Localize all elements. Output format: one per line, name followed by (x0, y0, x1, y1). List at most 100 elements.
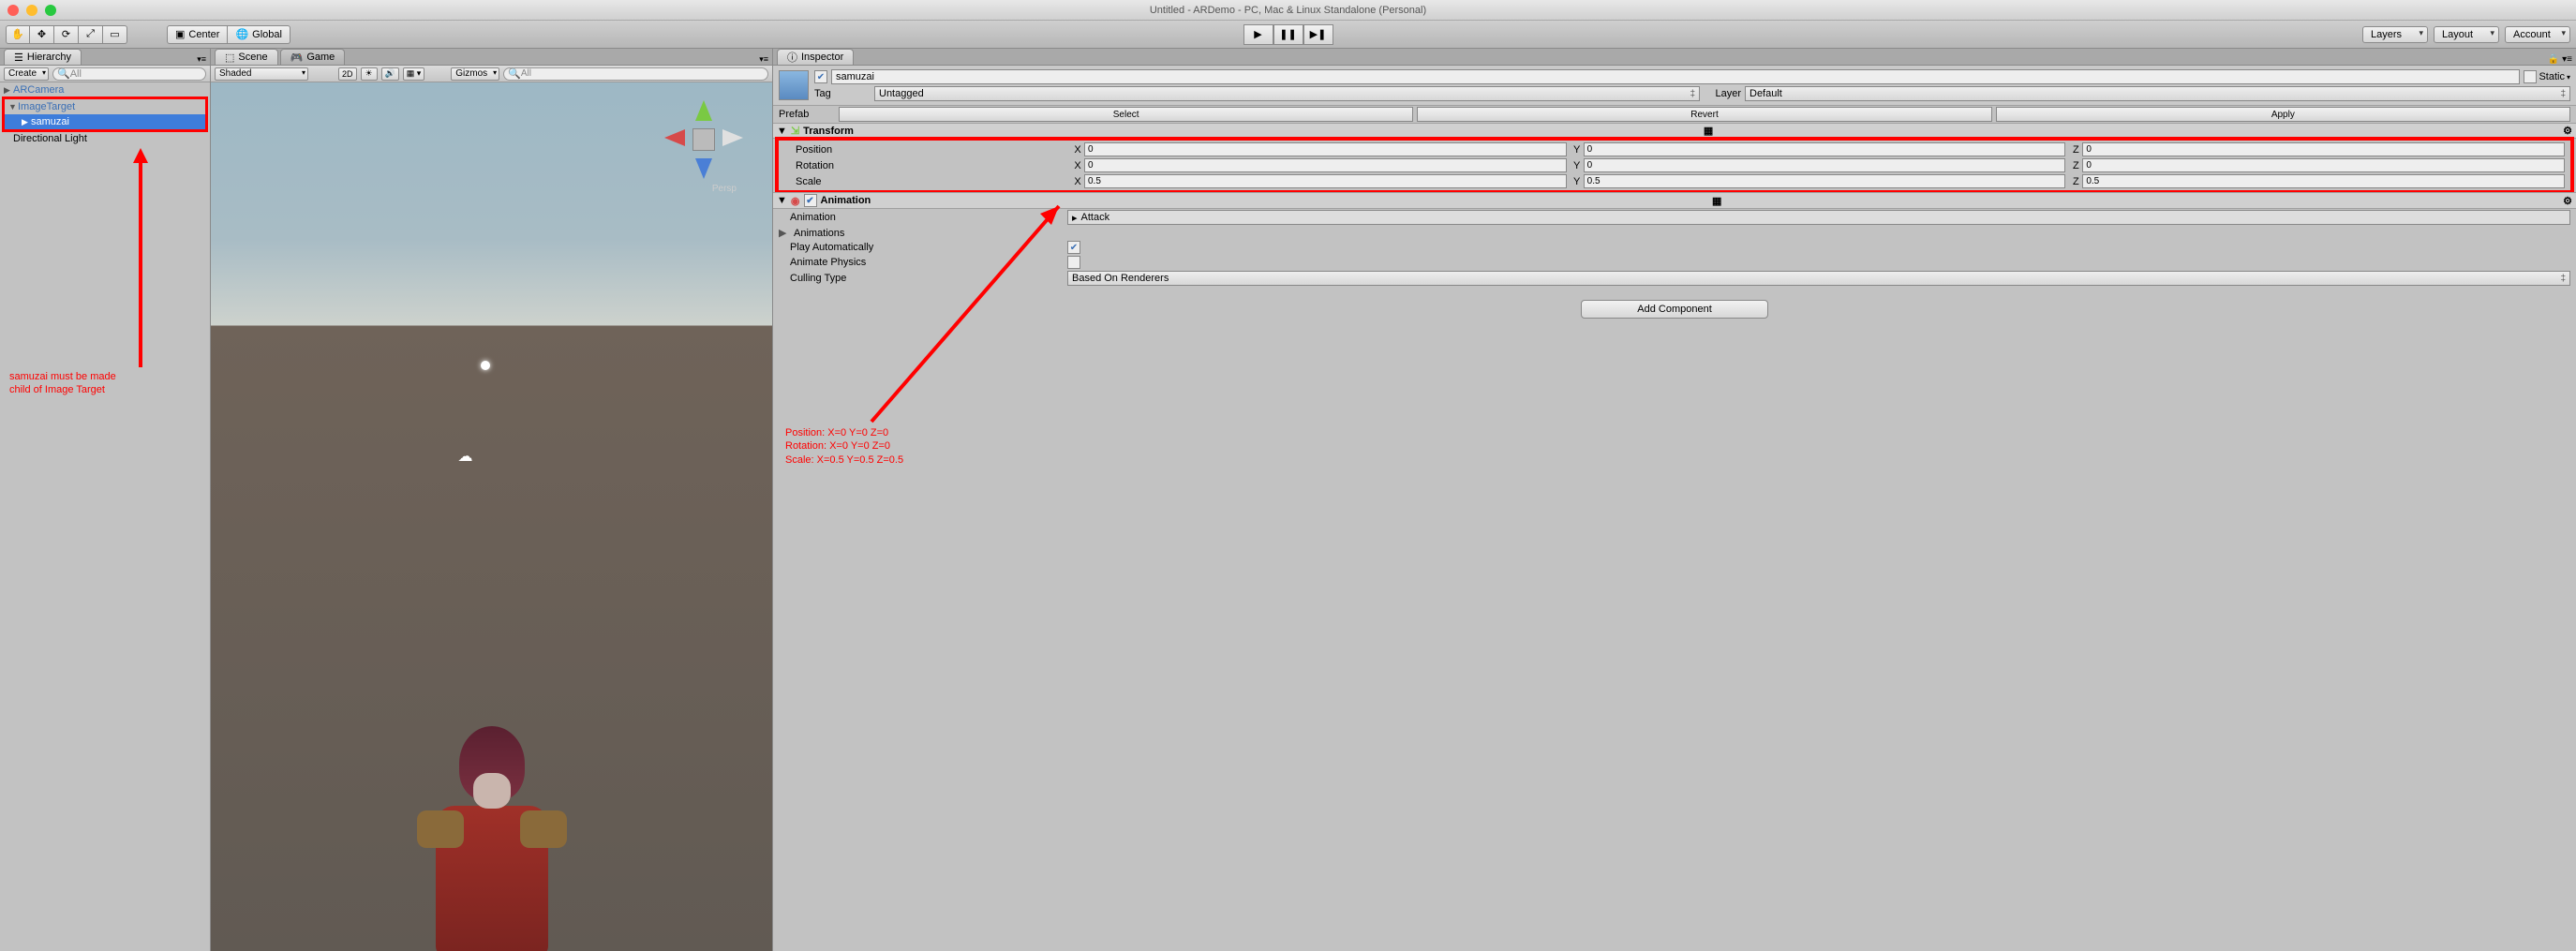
inspector-panel: ⓘInspector 🔒 ▾≡ ✔ Static▾ Tag Untagged L… (773, 49, 2576, 951)
culling-type-label: Culling Type (790, 273, 1062, 284)
hierarchy-item-arcamera[interactable]: ▶ARCamera (0, 82, 210, 97)
layers-dropdown[interactable]: Layers (2362, 26, 2428, 43)
selected-mesh-preview (408, 726, 576, 951)
hierarchy-panel: ☰Hierarchy ▾≡ Create 🔍All ▶ARCamera ▼Ima… (0, 49, 211, 951)
lock-icon[interactable]: 🔒 ▾≡ (2544, 54, 2576, 65)
tag-dropdown[interactable]: Untagged (874, 86, 1700, 101)
audio-toggle[interactable]: 🔊 (381, 67, 399, 81)
play-automatically-checkbox[interactable]: ✔ (1067, 241, 1080, 254)
scale-y-input[interactable] (1584, 174, 2066, 188)
annotation-text: samuzai must be made child of Image Targ… (9, 370, 116, 397)
scene-search[interactable]: 🔍All (503, 67, 768, 81)
help-icon[interactable]: ▦ (1704, 125, 1713, 137)
annotation-arrowhead (133, 141, 148, 163)
gameobject-icon[interactable] (779, 70, 809, 100)
hand-tool[interactable]: ✋ (6, 25, 30, 44)
draw-mode-dropdown[interactable]: Shaded (215, 67, 308, 81)
scene-panel: ⬚Scene 🎮Game ▾≡ Shaded 2D ☀ 🔊 ▦ ▾ Gizmos… (211, 49, 773, 951)
projection-label[interactable]: Persp (712, 184, 737, 194)
position-z-input[interactable] (2082, 142, 2565, 156)
animation-component-header[interactable]: ▼ ◉ ✔ Animation ▦ ⚙ (773, 192, 2576, 209)
rotation-x-input[interactable] (1084, 158, 1567, 172)
prefab-revert-button[interactable]: Revert (1417, 107, 1991, 122)
rotate-tool[interactable]: ⟳ (54, 25, 79, 44)
scale-x-input[interactable] (1084, 174, 1567, 188)
hierarchy-item-imagetarget[interactable]: ▼ImageTarget (5, 99, 205, 114)
scene-viewport[interactable]: ☁ Persp (211, 82, 772, 951)
window-maximize-button[interactable] (45, 5, 56, 16)
component-menu-icon[interactable]: ⚙ (2563, 125, 2572, 137)
gameobject-name-input[interactable] (831, 69, 2520, 84)
position-x-input[interactable] (1084, 142, 1567, 156)
scale-label: Scale (796, 176, 1067, 187)
disclosure-icon[interactable]: ▶ (4, 85, 13, 96)
tag-label: Tag (814, 88, 871, 99)
layout-dropdown[interactable]: Layout (2434, 26, 2499, 43)
step-button[interactable]: ▶❚ (1303, 24, 1333, 45)
panel-menu-icon[interactable]: ▾≡ (755, 54, 772, 65)
create-dropdown[interactable]: Create (4, 67, 49, 81)
foldout-icon[interactable]: ▼ (777, 195, 787, 206)
orientation-gizmo[interactable] (662, 97, 746, 182)
play-button[interactable]: ▶ (1243, 24, 1273, 45)
scale-z-input[interactable] (2082, 174, 2565, 188)
search-icon: 🔍 (508, 67, 521, 80)
pause-button[interactable]: ❚❚ (1273, 24, 1303, 45)
annotation-arrow (139, 152, 142, 367)
game-icon: 🎮 (290, 52, 304, 64)
account-dropdown[interactable]: Account (2505, 26, 2570, 43)
inspector-tab[interactable]: ⓘInspector (777, 49, 854, 65)
animation-clip-field[interactable]: ▸Attack (1067, 210, 2570, 225)
hierarchy-icon: ☰ (14, 52, 23, 64)
scene-icon: ⬚ (225, 52, 234, 64)
hierarchy-tab[interactable]: ☰Hierarchy (4, 49, 82, 65)
move-tool[interactable]: ✥ (30, 25, 54, 44)
window-minimize-button[interactable] (26, 5, 37, 16)
window-title: Untitled - ARDemo - PC, Mac & Linux Stan… (0, 5, 2576, 16)
prefab-apply-button[interactable]: Apply (1996, 107, 2570, 122)
animate-physics-checkbox[interactable] (1067, 256, 1080, 269)
panel-menu-icon[interactable]: ▾≡ (193, 54, 210, 65)
lighting-toggle[interactable]: ☀ (361, 67, 378, 81)
hierarchy-search[interactable]: 🔍All (52, 67, 206, 81)
hierarchy-item-samuzai[interactable]: ▶samuzai (5, 114, 205, 129)
culling-type-dropdown[interactable]: Based On Renderers (1067, 271, 2570, 286)
macos-titlebar: Untitled - ARDemo - PC, Mac & Linux Stan… (0, 0, 2576, 21)
scene-tab[interactable]: ⬚Scene (215, 49, 278, 65)
rotation-z-input[interactable] (2082, 158, 2565, 172)
add-component-button[interactable]: Add Component (1581, 300, 1768, 319)
gizmos-dropdown[interactable]: Gizmos (451, 67, 499, 81)
scale-tool[interactable]: ⤢ (79, 25, 103, 44)
annotation-text: Position: X=0 Y=0 Z=0 Rotation: X=0 Y=0 … (785, 426, 903, 467)
animation-enabled-checkbox[interactable]: ✔ (804, 194, 817, 207)
main-toolbar: ✋ ✥ ⟳ ⤢ ▭ ▣Center 🌐Global ▶ ❚❚ ▶❚ Layers… (0, 21, 2576, 49)
disclosure-icon[interactable]: ▶ (22, 117, 31, 127)
static-checkbox[interactable] (2524, 70, 2537, 83)
space-toggle[interactable]: 🌐Global (228, 25, 290, 44)
prefab-select-button[interactable]: Select (839, 107, 1413, 122)
playback-controls: ▶ ❚❚ ▶❚ (1243, 24, 1333, 45)
foldout-icon[interactable]: ▶ (779, 227, 788, 239)
search-icon: 🔍 (57, 67, 70, 80)
position-y-input[interactable] (1584, 142, 2066, 156)
active-checkbox[interactable]: ✔ (814, 70, 827, 83)
help-icon[interactable]: ▦ (1712, 195, 1721, 207)
pivot-toggle[interactable]: ▣Center (167, 25, 228, 44)
2d-toggle[interactable]: 2D (338, 67, 357, 81)
rotation-y-input[interactable] (1584, 158, 2066, 172)
annotation-highlight-box: Position X Y Z Rotation X Y Z Scale X Y … (775, 137, 2574, 194)
transform-icon: ⇲ (791, 125, 799, 137)
hierarchy-item-directional-light[interactable]: Directional Light (0, 131, 210, 146)
light-gizmo-icon (481, 361, 490, 370)
fx-toggle[interactable]: ▦ ▾ (403, 67, 425, 81)
game-tab[interactable]: 🎮Game (280, 49, 346, 65)
play-automatically-label: Play Automatically (790, 242, 1062, 253)
foldout-icon[interactable]: ▼ (777, 126, 787, 137)
window-close-button[interactable] (7, 5, 19, 16)
layer-label: Layer (1704, 88, 1741, 99)
disclosure-icon[interactable]: ▼ (8, 102, 18, 111)
layer-dropdown[interactable]: Default (1745, 86, 2570, 101)
rect-tool[interactable]: ▭ (103, 25, 127, 44)
info-icon: ⓘ (787, 50, 797, 65)
component-menu-icon[interactable]: ⚙ (2563, 195, 2572, 207)
